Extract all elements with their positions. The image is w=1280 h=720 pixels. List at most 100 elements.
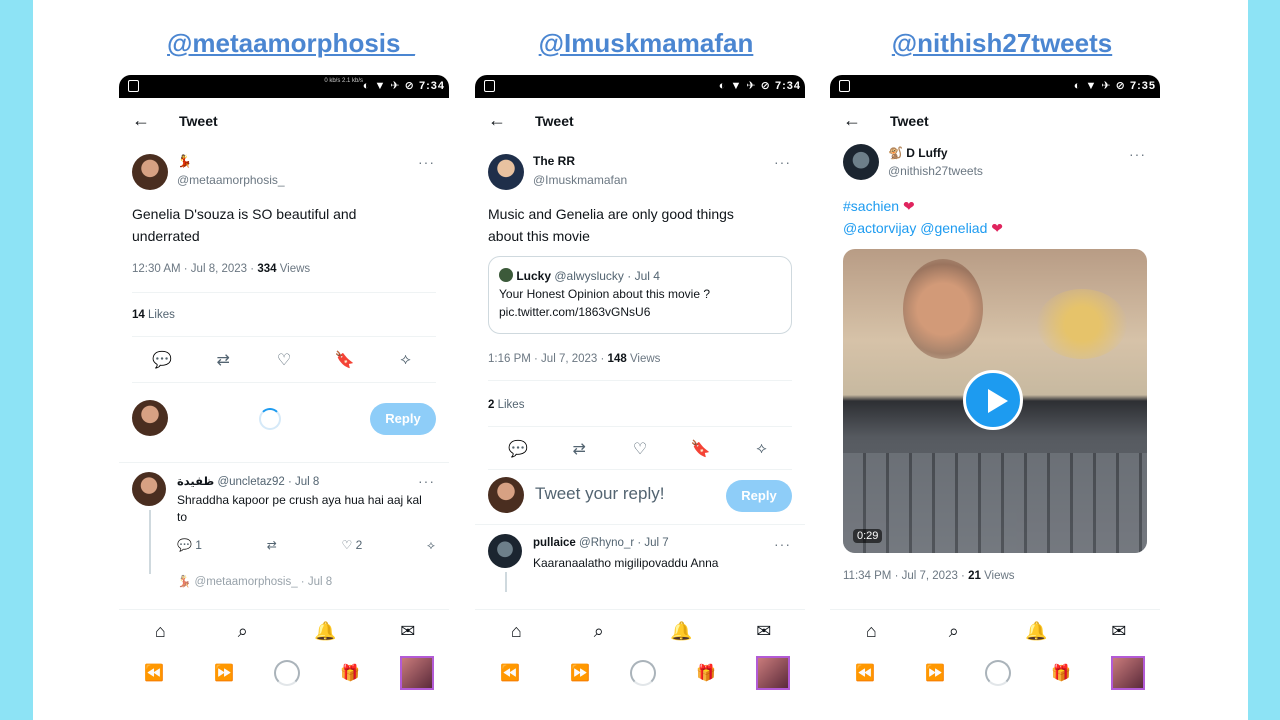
search-icon[interactable]: ⌕ xyxy=(579,621,619,642)
messages-icon[interactable]: ✉ xyxy=(744,621,784,642)
search-icon[interactable]: ⌕ xyxy=(934,621,974,642)
reply-input[interactable]: Tweet your reply! xyxy=(535,484,664,504)
messages-icon[interactable]: ✉ xyxy=(388,621,428,642)
tweet-timestamp: 12:30 AM · Jul 8, 2023 · xyxy=(132,263,255,275)
tweet-topbar: ← Tweet xyxy=(119,98,449,144)
messages-icon[interactable]: ✉ xyxy=(1099,621,1139,642)
rewind-icon[interactable]: ⏪ xyxy=(490,663,530,683)
divider xyxy=(475,524,805,525)
heart-icon: ❤ xyxy=(991,220,1004,236)
avatar[interactable] xyxy=(843,144,879,180)
home-icon[interactable]: ⌂ xyxy=(496,621,536,642)
comment-avatar[interactable] xyxy=(132,472,166,506)
app-thumbnail[interactable] xyxy=(756,656,790,690)
likes-count[interactable]: 2 Likes xyxy=(488,399,524,411)
phone-screen-3: ◐ ▼ ✈ ⊘ 7:35 ← Tweet 🐒 D Luffy @nithish2… xyxy=(830,75,1160,693)
notifications-icon[interactable]: 🔔 xyxy=(305,621,345,642)
user-handle[interactable]: @Imuskmamafan xyxy=(533,173,627,187)
notifications-icon[interactable]: 🔔 xyxy=(1016,621,1056,642)
likes-count[interactable]: 14 Likes xyxy=(132,309,175,321)
video-player[interactable]: 0:29 xyxy=(843,249,1147,553)
more-options-icon[interactable]: ··· xyxy=(418,154,435,170)
mention-line: @actorvijay @geneliad ❤ xyxy=(843,217,1003,239)
forward-icon[interactable]: ⏩ xyxy=(204,663,244,683)
bookmark-icon[interactable]: 🔖 xyxy=(330,350,360,370)
forward-icon[interactable]: ⏩ xyxy=(915,663,955,683)
divider xyxy=(119,462,449,463)
quoted-tweet[interactable]: Lucky @alwyslucky · Jul 4 Your Honest Op… xyxy=(488,256,792,334)
app-thumbnail[interactable] xyxy=(1111,656,1145,690)
mention-links[interactable]: @actorvijay @geneliad xyxy=(843,220,987,236)
status-icons: ◐ ▼ ✈ ⊘ 7:34 xyxy=(362,80,445,92)
like-icon[interactable]: ♡ xyxy=(625,439,655,459)
retweet-icon[interactable]: ⇄ xyxy=(267,538,277,553)
home-circle-icon[interactable] xyxy=(274,660,300,686)
share-icon[interactable]: ⟡ xyxy=(391,351,421,369)
home-circle-icon[interactable] xyxy=(630,660,656,686)
comment-text: Shraddha kapoor pe crush aya hua hai aaj… xyxy=(177,493,422,524)
forward-icon[interactable]: ⏩ xyxy=(560,663,600,683)
header-handle-3[interactable]: @nithish27tweets xyxy=(852,28,1152,59)
likes-number: 14 xyxy=(132,309,145,321)
play-button-icon[interactable] xyxy=(963,370,1023,430)
like-icon: ♡ xyxy=(341,538,353,552)
share-icon[interactable]: ⟡ xyxy=(427,538,435,553)
home-icon[interactable]: ⌂ xyxy=(851,621,891,642)
loading-spinner xyxy=(259,408,281,430)
tweet-meta: 11:34 PM · Jul 7, 2023 · 21 Views xyxy=(843,570,1015,582)
reply-icon[interactable]: 💬 xyxy=(147,350,177,370)
display-name[interactable]: The RR xyxy=(533,154,575,168)
comment-header[interactable]: pullaice @Rhyno_r · Jul 7 xyxy=(533,537,669,549)
gift-icon[interactable]: 🎁 xyxy=(686,663,726,683)
user-handle[interactable]: @nithish27tweets xyxy=(888,164,983,178)
reply-button[interactable]: Reply xyxy=(370,403,436,435)
header-handle-1[interactable]: @metaamorphosis_ xyxy=(141,28,441,59)
next-comment-header[interactable]: 💃 @metaamorphosis_ · Jul 8 xyxy=(177,574,332,588)
display-name[interactable]: 🐒 D Luffy xyxy=(888,146,948,160)
tweet-actions: 💬 ⇄ ♡ 🔖 ⟡ xyxy=(132,346,436,374)
share-icon[interactable]: ⟡ xyxy=(747,440,777,458)
display-name[interactable]: 💃 xyxy=(177,154,192,168)
collage-canvas: @metaamorphosis_ @Imuskmamafan @nithish2… xyxy=(33,0,1248,720)
views-label: Views xyxy=(629,353,661,365)
comment-header[interactable]: ظفيدة @uncletaz92 · Jul 8 xyxy=(177,474,319,488)
comment-like[interactable]: ♡ 2 xyxy=(342,538,363,553)
avatar[interactable] xyxy=(132,154,168,190)
system-bar: ⏪ ⏩ 🎁 xyxy=(830,653,1160,693)
home-circle-icon[interactable] xyxy=(985,660,1011,686)
comment-more-icon[interactable]: ··· xyxy=(774,536,791,552)
quote-link[interactable]: pic.twitter.com/1863vGNsU6 xyxy=(499,303,781,321)
back-arrow-icon[interactable]: ← xyxy=(132,110,150,131)
back-arrow-icon[interactable]: ← xyxy=(843,110,861,131)
notifications-icon[interactable]: 🔔 xyxy=(661,621,701,642)
rewind-icon[interactable]: ⏪ xyxy=(134,663,174,683)
app-thumbnail[interactable] xyxy=(400,656,434,690)
network-speed: 0 kb/s 2.1 kb/s xyxy=(324,78,363,84)
header-handle-2[interactable]: @Imuskmamafan xyxy=(496,28,796,59)
rewind-icon[interactable]: ⏪ xyxy=(845,663,885,683)
like-icon[interactable]: ♡ xyxy=(269,350,299,370)
reply-icon[interactable]: 💬 xyxy=(503,439,533,459)
home-icon[interactable]: ⌂ xyxy=(140,621,180,642)
back-arrow-icon[interactable]: ← xyxy=(488,110,506,131)
tweet-meta: 1:16 PM · Jul 7, 2023 · 148 Views xyxy=(488,353,660,365)
retweet-icon[interactable]: ⇄ xyxy=(564,439,594,459)
tweet-topbar: ← Tweet xyxy=(830,98,1160,144)
hashtag-link[interactable]: #sachien xyxy=(843,198,899,214)
gift-icon[interactable]: 🎁 xyxy=(1041,663,1081,683)
comment-avatar[interactable] xyxy=(488,534,522,568)
reply-button[interactable]: Reply xyxy=(726,480,792,512)
gift-icon[interactable]: 🎁 xyxy=(330,663,370,683)
avatar[interactable] xyxy=(488,154,524,190)
user-handle[interactable]: @metaamorphosis_ xyxy=(177,173,285,187)
more-options-icon[interactable]: ··· xyxy=(1129,146,1146,162)
retweet-icon[interactable]: ⇄ xyxy=(208,350,238,370)
quote-meta: @alwyslucky · Jul 4 xyxy=(554,269,660,283)
more-options-icon[interactable]: ··· xyxy=(774,154,791,170)
comment-more-icon[interactable]: ··· xyxy=(418,473,435,489)
tweet-text: Music and Genelia are only good things a… xyxy=(488,206,734,244)
search-icon[interactable]: ⌕ xyxy=(223,621,263,642)
comment-reply[interactable]: 💬 1 xyxy=(177,538,202,553)
bookmark-icon[interactable]: 🔖 xyxy=(686,439,716,459)
status-bar: ◐ ▼ ✈ ⊘ 7:34 xyxy=(475,75,805,98)
